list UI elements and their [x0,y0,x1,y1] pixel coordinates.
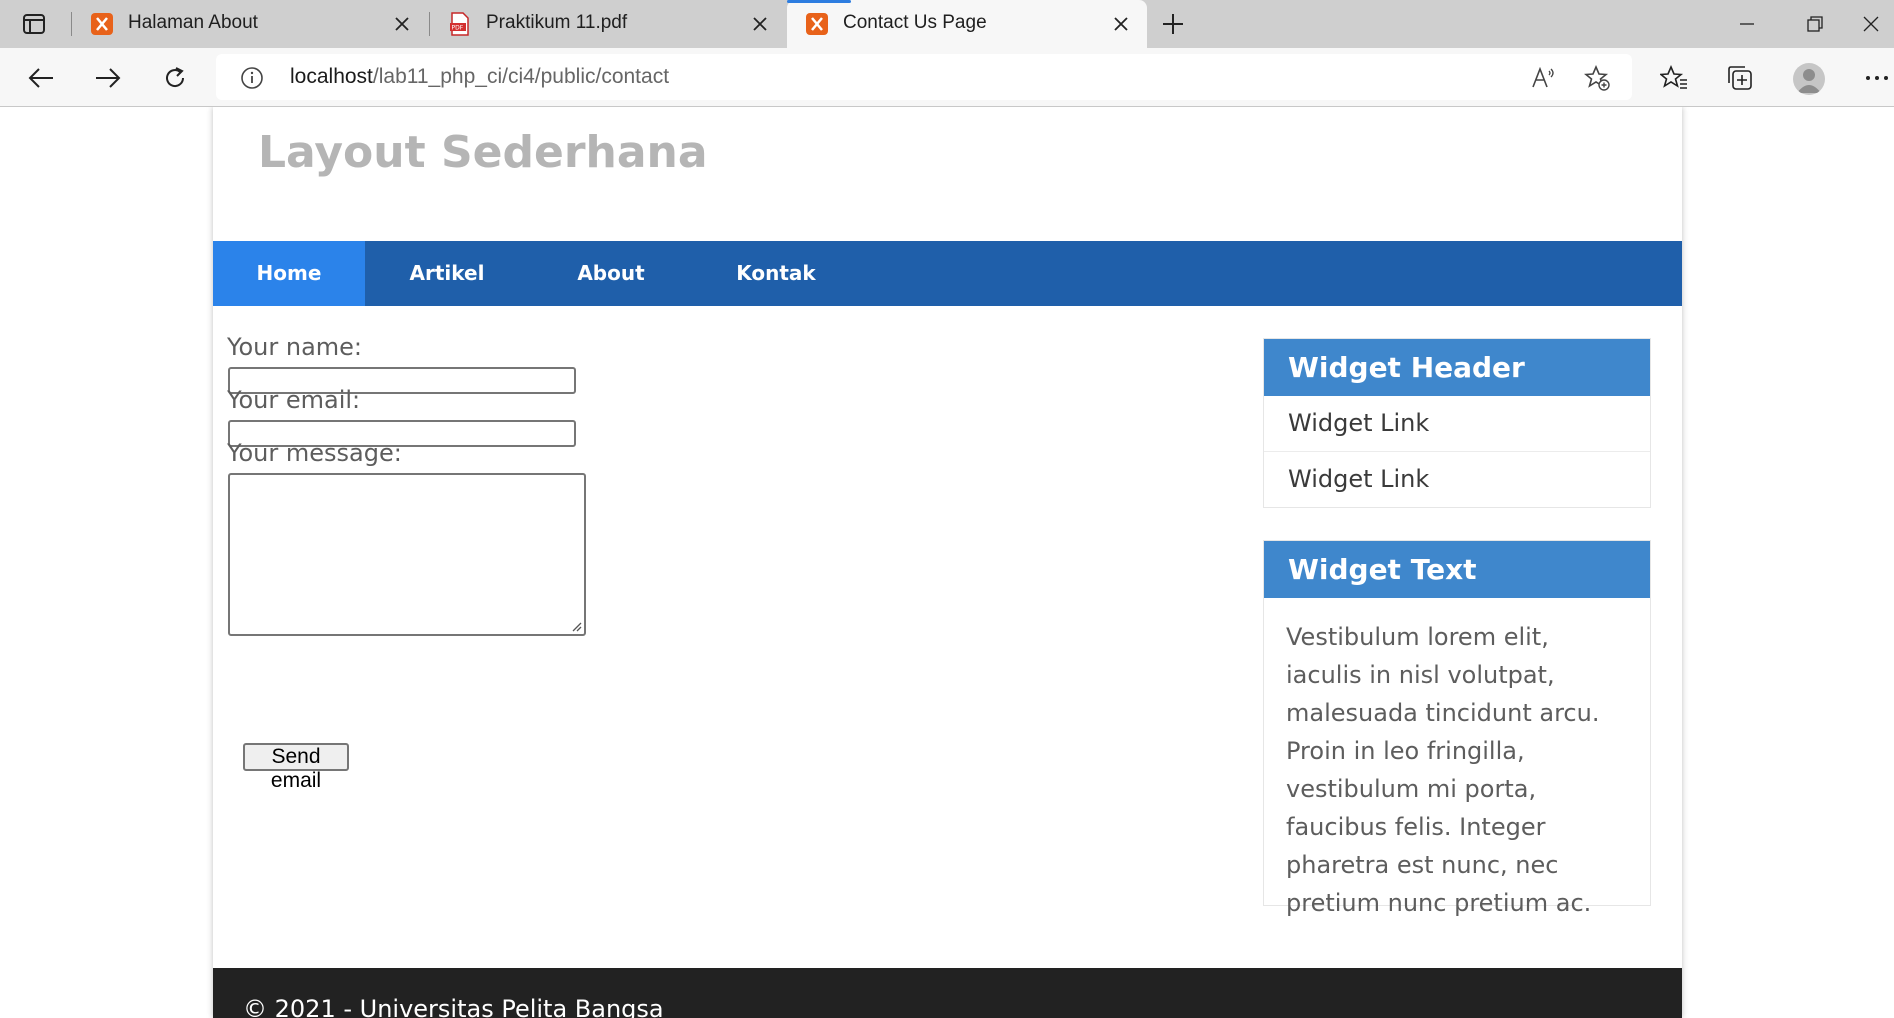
add-favorite-star-icon[interactable] [1584,65,1610,91]
forward-arrow-icon[interactable] [93,63,123,93]
resize-grip-icon[interactable] [570,620,582,632]
refresh-icon[interactable] [160,63,190,93]
tab-actions-menu-icon[interactable] [22,12,46,36]
codeigniter-favicon-icon [90,12,114,36]
address-bar[interactable]: localhost/lab11_php_ci/ci4/public/contac… [216,54,1632,100]
svg-text:PDF: PDF [452,25,464,32]
main-navigation: Home Artikel About Kontak [213,241,1682,306]
pdf-favicon-icon: PDF [448,12,472,36]
message-textarea[interactable] [228,473,586,636]
profile-avatar-icon[interactable] [1793,63,1825,95]
tab-halaman-about[interactable]: Halaman About [72,0,428,48]
widget-link[interactable]: Widget Link [1264,452,1650,507]
favorites-icon[interactable] [1659,63,1689,93]
url-path: /lab11_php_ci/ci4/public/contact [372,65,670,88]
footer-copyright: © 2021 - Universitas Pelita Bangsa [243,995,664,1018]
email-label: Your email: [227,386,361,414]
nav-artikel[interactable]: Artikel [365,241,529,306]
page-viewport: Layout Sederhana Home Artikel About Kont… [0,107,1894,1018]
restore-window-icon[interactable] [1802,11,1828,37]
widget-text: Widget Text Vestibulum lorem elit, iacul… [1263,540,1651,917]
widget-link[interactable]: Widget Link [1264,396,1650,452]
close-window-icon[interactable] [1858,11,1884,37]
widget-text-body: Vestibulum lorem elit, iaculis in nisl v… [1286,623,1600,917]
codeigniter-favicon-icon [805,12,829,36]
site-title: Layout Sederhana [258,127,708,178]
close-tab-icon[interactable] [748,12,772,36]
back-arrow-icon[interactable] [26,63,56,93]
page-footer: © 2021 - Universitas Pelita Bangsa [213,968,1682,1018]
browser-toolbar: localhost/lab11_php_ci/ci4/public/contac… [0,48,1894,107]
site-info-icon[interactable] [240,66,264,90]
active-tab-indicator [787,0,851,3]
widget-text-title: Widget Text [1264,541,1650,598]
send-email-button[interactable]: Send email [243,743,349,792]
minimize-window-icon[interactable] [1734,11,1760,37]
nav-about[interactable]: About [529,241,693,306]
read-aloud-icon[interactable] [1530,65,1556,91]
nav-kontak[interactable]: Kontak [693,241,859,306]
url-host: localhost [290,65,373,88]
close-tab-icon[interactable] [390,12,414,36]
tab-strip: Halaman About PDF Praktikum 11.pdf Conta… [0,0,1894,48]
tab-title: Praktikum 11.pdf [486,12,628,33]
tab-contact-us-page[interactable]: Contact Us Page [787,0,1147,48]
widget-header-title: Widget Header [1264,339,1650,396]
nav-home[interactable]: Home [213,241,365,306]
collections-icon[interactable] [1725,63,1755,93]
page-container: Layout Sederhana Home Artikel About Kont… [213,107,1682,1018]
tab-praktikum-pdf[interactable]: PDF Praktikum 11.pdf [430,0,786,48]
widget-links: Widget Header Widget Link Widget Link [1263,338,1651,508]
name-label: Your name: [227,333,363,361]
more-options-ellipsis-icon[interactable] [1862,63,1892,93]
tab-title: Halaman About [128,12,258,33]
url-text[interactable]: localhost/lab11_php_ci/ci4/public/contac… [290,65,669,89]
close-tab-icon[interactable] [1109,12,1133,36]
message-label: Your message: [227,439,402,467]
new-tab-plus-icon[interactable] [1160,11,1186,37]
tab-title: Contact Us Page [843,12,987,33]
